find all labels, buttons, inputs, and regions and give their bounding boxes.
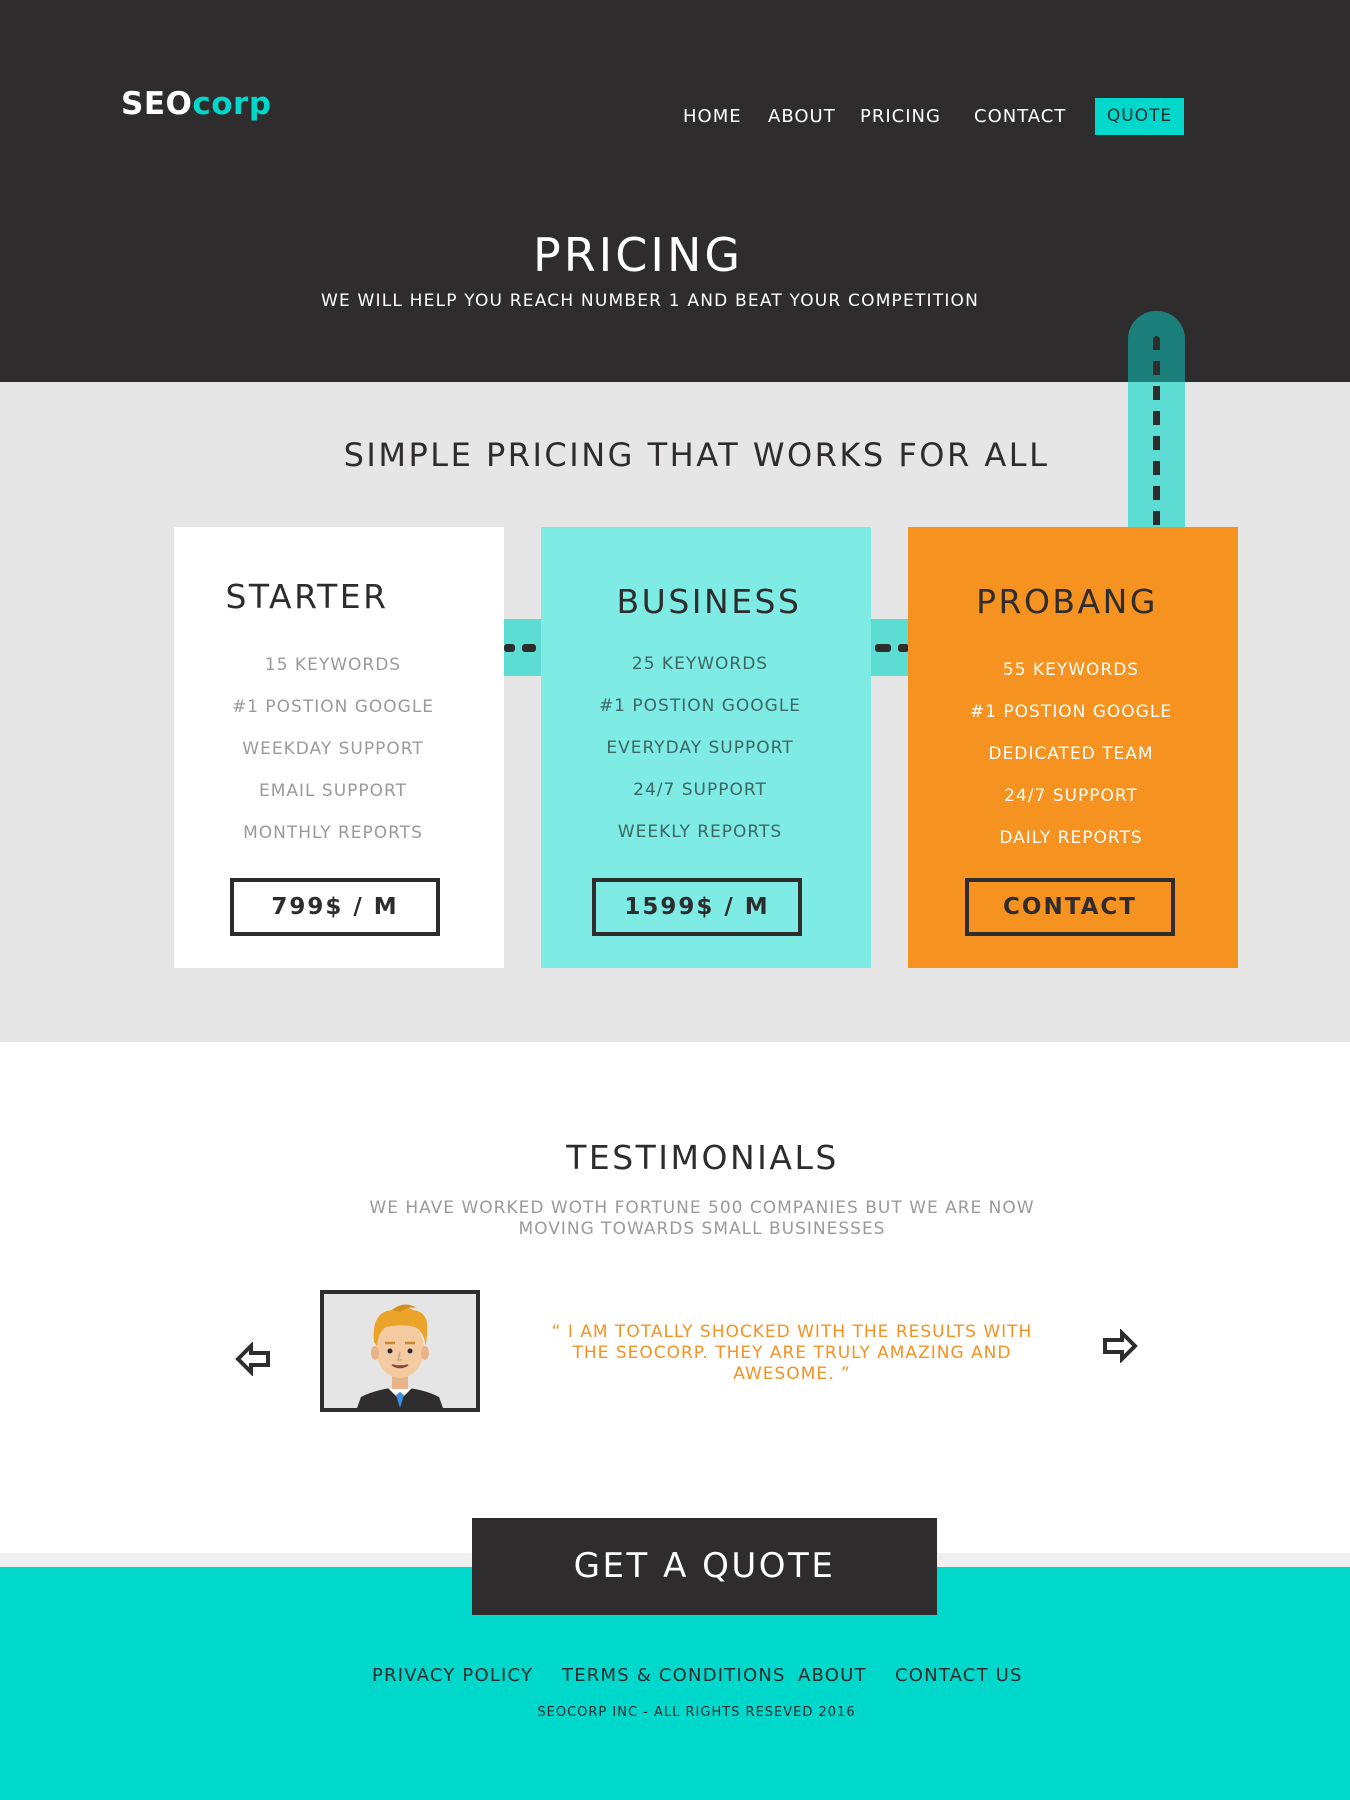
nav-home[interactable]: HOME <box>683 106 742 127</box>
plan-name: BUSINESS <box>616 582 802 621</box>
plan-card-probang: PROBANG 55 KEYWORDS #1 POSTION GOOGLE DE… <box>908 527 1238 968</box>
probang-contact-button[interactable]: CONTACT <box>965 878 1175 936</box>
plan-feature: 24/7 SUPPORT <box>1004 786 1138 806</box>
plan-feature: 15 KEYWORDS <box>264 655 402 675</box>
plan-name: PROBANG <box>976 582 1158 621</box>
testimonial-quote-line: THE SEOCORP. THEY ARE TRULY AMAZING AND <box>572 1343 1012 1363</box>
card-connector-right <box>871 619 909 676</box>
plan-feature: #1 POSTION GOOGLE <box>969 702 1173 722</box>
plan-feature: #1 POSTION GOOGLE <box>231 697 435 717</box>
plan-card-starter: STARTER 15 KEYWORDS #1 POSTION GOOGLE WE… <box>174 527 504 968</box>
pricing-heading: SIMPLE PRICING THAT WORKS FOR ALL <box>343 436 1050 474</box>
plan-name: STARTER <box>225 577 389 616</box>
plan-feature: 25 KEYWORDS <box>631 654 769 674</box>
get-quote-button[interactable]: GET A QUOTE <box>472 1518 937 1615</box>
arrow-right-icon[interactable] <box>1102 1329 1138 1363</box>
testimonials-heading: TESTIMONIALS <box>566 1138 839 1177</box>
testimonial-quote-line: AWESOME. ” <box>733 1364 851 1384</box>
starter-price-button[interactable]: 799$ / M <box>230 878 440 936</box>
connector-dash <box>504 644 515 652</box>
testimonials-subtitle: WE HAVE WORKED WOTH FORTUNE 500 COMPANIE… <box>0 1198 1350 1240</box>
page-subtitle: WE WILL HELP YOU REACH NUMBER 1 AND BEAT… <box>320 291 980 311</box>
plan-feature: EVERYDAY SUPPORT <box>606 738 794 758</box>
testimonial-quote-line: “ I AM TOTALLY SHOCKED WITH THE RESULTS … <box>551 1322 1033 1342</box>
plan-feature: DAILY REPORTS <box>999 828 1143 848</box>
testimonials-subtitle-line: MOVING TOWARDS SMALL BUSINESSES <box>518 1219 886 1239</box>
avatar <box>320 1290 480 1412</box>
plan-card-business: BUSINESS 25 KEYWORDS #1 POSTION GOOGLE E… <box>541 527 871 968</box>
arrow-left-icon[interactable] <box>235 1342 271 1376</box>
connector-dash <box>875 644 891 652</box>
footer-link-privacy[interactable]: PRIVACY POLICY <box>372 1665 533 1686</box>
footer-link-contact[interactable]: CONTACT US <box>895 1665 1023 1686</box>
testimonial-quote: “ I AM TOTALLY SHOCKED WITH THE RESULTS … <box>536 1322 1048 1385</box>
nav-quote-button[interactable]: QUOTE <box>1095 98 1184 135</box>
copyright: SEOCORP INC - ALL RIGHTS RESEVED 2016 <box>537 1705 856 1720</box>
footer-link-terms[interactable]: TERMS & CONDITIONS <box>562 1665 786 1686</box>
connector-dash <box>522 644 536 652</box>
plan-feature: MONTHLY REPORTS <box>243 823 423 843</box>
plan-feature: #1 POSTION GOOGLE <box>598 696 802 716</box>
nav-about[interactable]: ABOUT <box>768 106 836 127</box>
page-title: PRICING <box>532 228 743 282</box>
testimonials-subtitle-line: WE HAVE WORKED WOTH FORTUNE 500 COMPANIE… <box>369 1198 1035 1218</box>
plan-feature: DEDICATED TEAM <box>988 744 1154 764</box>
business-price-button[interactable]: 1599$ / M <box>592 878 802 936</box>
plan-feature: EMAIL SUPPORT <box>258 781 407 801</box>
plan-feature: WEEKDAY SUPPORT <box>242 739 424 759</box>
connector-dashes <box>1153 336 1160 531</box>
plan-feature: 24/7 SUPPORT <box>633 780 767 800</box>
nav-contact[interactable]: CONTACT <box>974 106 1066 127</box>
plan-feature: WEEKLY REPORTS <box>617 822 783 842</box>
main-nav: HOME ABOUT PRICING CONTACT QUOTE <box>0 98 1350 136</box>
plan-feature: 55 KEYWORDS <box>1002 660 1140 680</box>
nav-pricing[interactable]: PRICING <box>860 106 941 127</box>
footer-link-about[interactable]: ABOUT <box>798 1665 867 1686</box>
person-illustration <box>324 1294 476 1408</box>
